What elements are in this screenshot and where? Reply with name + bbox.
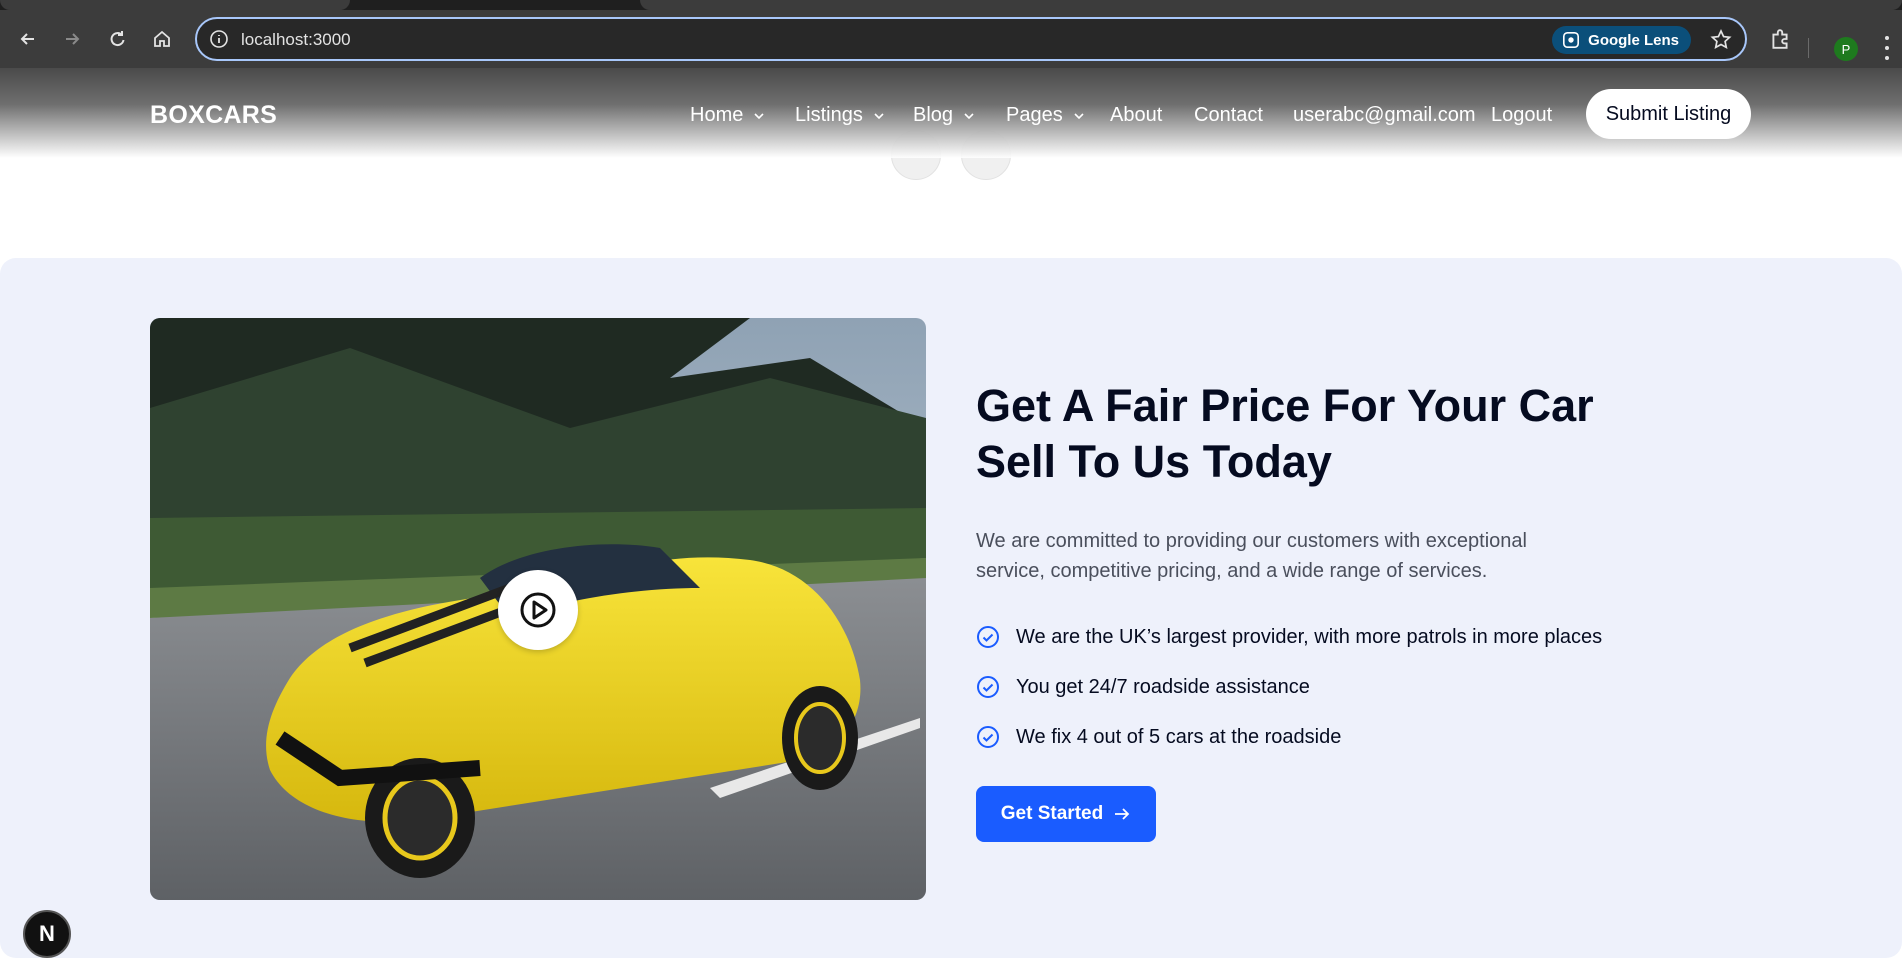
- heading-line-2: Sell To Us Today: [976, 436, 1332, 487]
- back-icon[interactable]: [13, 24, 43, 54]
- nav-label: Home: [690, 104, 744, 126]
- extensions-icon[interactable]: [1765, 24, 1795, 54]
- check-circle-icon: [977, 626, 999, 648]
- nav-label: About: [1110, 104, 1163, 126]
- browser-tab-strip: [0, 0, 1902, 10]
- sell-car-content: Get A Fair Price For Your Car Sell To Us…: [976, 378, 1676, 762]
- bookmark-star-icon[interactable]: [1709, 28, 1733, 52]
- chevron-down-icon: [874, 112, 884, 119]
- nav-label: Logout: [1491, 104, 1553, 126]
- check-circle-icon: [977, 676, 999, 698]
- address-bar[interactable]: localhost:3000 Google Lens: [195, 17, 1747, 61]
- nav-pages[interactable]: Pages: [1006, 104, 1085, 127]
- nav-home[interactable]: Home: [690, 104, 765, 127]
- nav-user-email[interactable]: userabc@gmail.com: [1293, 104, 1476, 127]
- site-info-icon[interactable]: [209, 29, 229, 49]
- nav-label: Listings: [795, 104, 863, 126]
- nav-contact[interactable]: Contact: [1194, 104, 1263, 127]
- nav-label: userabc@gmail.com: [1293, 104, 1476, 126]
- reload-icon[interactable]: [102, 24, 132, 54]
- play-video-button[interactable]: [498, 570, 578, 650]
- nav-blog[interactable]: Blog: [913, 104, 975, 127]
- page: BOXCARS Home Listings Blog Pages About C…: [0, 68, 1902, 974]
- url-text[interactable]: localhost:3000: [241, 30, 351, 50]
- nav-label: Blog: [913, 104, 954, 126]
- submit-listing-button[interactable]: Submit Listing: [1586, 89, 1751, 139]
- sell-car-section: Get A Fair Price For Your Car Sell To Us…: [0, 258, 1902, 958]
- browser-menu-icon[interactable]: [1884, 36, 1890, 60]
- site-header: BOXCARS Home Listings Blog Pages About C…: [0, 68, 1902, 158]
- nextjs-dev-badge[interactable]: N: [23, 910, 71, 958]
- chevron-down-icon: [964, 112, 974, 119]
- section-description: We are committed to providing our custom…: [976, 530, 1527, 582]
- chevron-down-icon: [1074, 112, 1084, 119]
- heading-line-1: Get A Fair Price For Your Car: [976, 380, 1594, 431]
- feature-text: We fix 4 out of 5 cars at the roadside: [1016, 725, 1342, 748]
- google-lens-button[interactable]: Google Lens: [1552, 26, 1691, 54]
- nav-about[interactable]: About: [1110, 104, 1162, 127]
- nav-logout[interactable]: Logout: [1491, 104, 1552, 127]
- cta-label: Get Started: [1000, 803, 1104, 824]
- nav-label: Contact: [1194, 104, 1263, 126]
- home-icon[interactable]: [147, 24, 177, 54]
- lens-label: Google Lens: [1588, 31, 1679, 49]
- browser-toolbar: localhost:3000 Google Lens P: [0, 10, 1902, 68]
- chevron-down-icon: [754, 112, 764, 119]
- browser-tab-active[interactable]: [640, 0, 1902, 10]
- list-item: We are the UK’s largest provider, with m…: [976, 612, 1676, 662]
- arrow-right-icon: [1115, 808, 1130, 820]
- toolbar-divider: [1808, 38, 1809, 58]
- list-item: You get 24/7 roadside assistance: [976, 662, 1676, 712]
- check-circle-icon: [977, 726, 999, 748]
- lens-icon: [1563, 31, 1580, 49]
- site-logo[interactable]: BOXCARS: [150, 101, 277, 130]
- feature-text: We are the UK’s largest provider, with m…: [1016, 625, 1603, 648]
- nav-listings[interactable]: Listings: [795, 104, 885, 127]
- profile-avatar[interactable]: P: [1834, 37, 1858, 61]
- nav-label: Pages: [1006, 104, 1063, 126]
- feature-list: We are the UK’s largest provider, with m…: [976, 612, 1676, 762]
- feature-text: You get 24/7 roadside assistance: [1016, 675, 1310, 698]
- car-video-thumbnail[interactable]: [150, 318, 926, 900]
- browser-tab[interactable]: [0, 0, 350, 10]
- get-started-button[interactable]: Get Started: [976, 786, 1156, 842]
- forward-icon[interactable]: [57, 24, 87, 54]
- list-item: We fix 4 out of 5 cars at the roadside: [976, 712, 1676, 762]
- section-heading: Get A Fair Price For Your Car Sell To Us…: [976, 378, 1676, 490]
- play-icon: [520, 592, 556, 628]
